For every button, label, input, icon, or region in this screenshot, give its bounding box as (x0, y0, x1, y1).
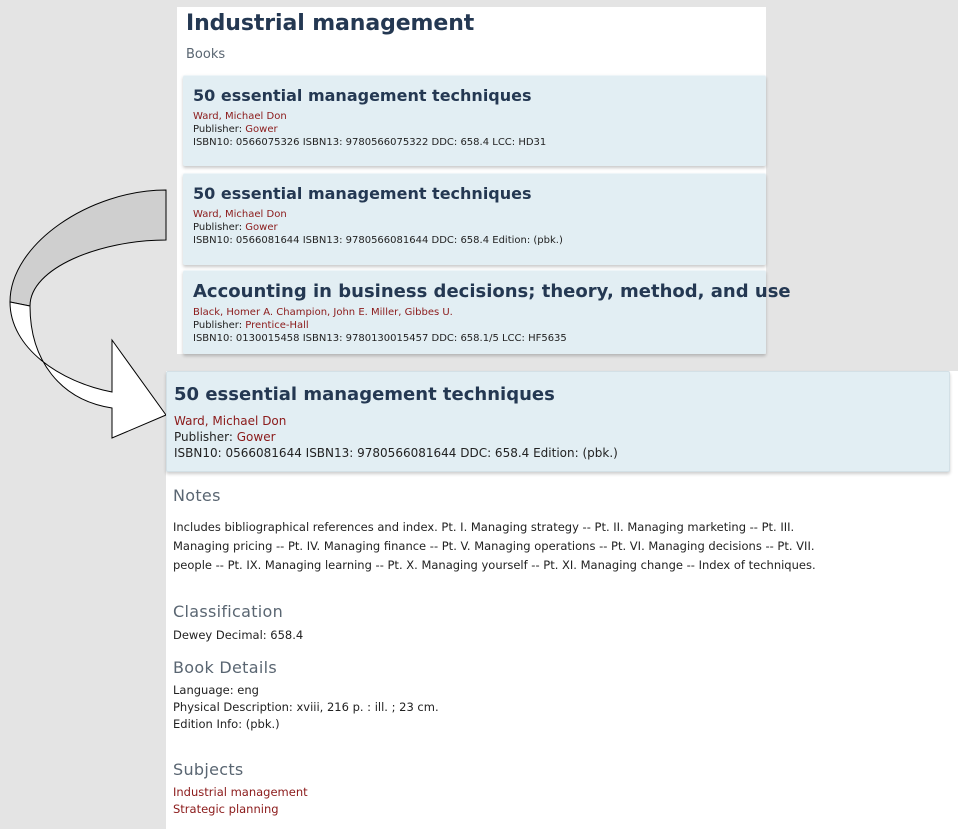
book-title[interactable]: 50 essential management techniques (193, 86, 766, 106)
book-card[interactable]: 50 essential management techniques Ward,… (183, 75, 766, 166)
arrow-band-front (9, 301, 167, 439)
notes-line: Includes bibliographical references and … (173, 520, 795, 534)
physical-description: Physical Description: xviii, 216 p. : il… (173, 700, 439, 714)
book-details-heading: Book Details (173, 658, 277, 677)
author-link[interactable]: Ward, Michael Don (193, 111, 287, 122)
classification-section: Classification Dewey Decimal: 658.4 (173, 602, 303, 645)
search-results-panel: Industrial management Books 50 essential… (177, 7, 791, 354)
book-identifiers: ISBN10: 0566075326 ISBN13: 9780566075322… (193, 137, 547, 148)
book-title[interactable]: 50 essential management techniques (193, 184, 766, 204)
publisher-label: Publisher: (174, 430, 233, 444)
author-link[interactable]: Champion, John E. (276, 307, 368, 318)
publisher-link[interactable]: Gower (245, 124, 277, 135)
dewey-decimal: Dewey Decimal: 658.4 (173, 628, 304, 642)
publisher-label: Publisher: (193, 222, 243, 233)
publisher-link[interactable]: Gower (245, 222, 277, 233)
book-detail-panel: 50 essential management techniques Ward,… (166, 371, 958, 829)
notes-line: people -- Pt. IX. Managing learning -- P… (173, 558, 816, 572)
book-identifiers: ISBN10: 0566081644 ISBN13: 9780566081644… (193, 235, 563, 246)
subject-link[interactable]: Strategic planning (173, 801, 308, 818)
book-card[interactable]: 50 essential management techniques Ward,… (183, 173, 766, 265)
subject-link[interactable]: Industrial management (173, 784, 308, 801)
subjects-section: Subjects Industrial management Strategic… (173, 760, 308, 818)
author-link[interactable]: Ward, Michael Don (193, 209, 287, 220)
book-title[interactable]: Accounting in business decisions; theory… (193, 281, 791, 303)
book-card[interactable]: Accounting in business decisions; theory… (183, 270, 791, 354)
category-title: Industrial management (186, 11, 475, 36)
publisher-link[interactable]: Gower (237, 430, 276, 444)
language: Language: eng (173, 683, 259, 697)
book-details-section: Book Details Language: eng Physical Desc… (173, 658, 439, 733)
book-identifiers: ISBN10: 0566081644 ISBN13: 9780566081644… (174, 446, 618, 460)
classification-heading: Classification (173, 602, 284, 621)
subjects-heading: Subjects (173, 760, 244, 779)
publisher-label: Publisher: (193, 124, 243, 135)
book-detail-card: 50 essential management techniques Ward,… (166, 371, 950, 472)
edition-info: Edition Info: (pbk.) (173, 717, 280, 731)
category-subtitle: Books (186, 47, 226, 62)
publisher-link[interactable]: Prentice-Hall (245, 320, 308, 331)
author-link[interactable]: Black, Homer A. (193, 307, 273, 318)
publisher-label: Publisher: (193, 320, 243, 331)
notes-heading: Notes (173, 486, 221, 505)
notes-line: Managing pricing -- Pt. IV. Managing fin… (173, 539, 815, 553)
notes-section: Notes Includes bibliographical reference… (173, 486, 816, 575)
arrow-band-back (9, 189, 167, 307)
book-title: 50 essential management techniques (174, 384, 555, 405)
author-link[interactable]: Miller, Gibbes U. (371, 307, 453, 318)
book-identifiers: ISBN10: 0130015458 ISBN13: 9780130015457… (193, 333, 567, 344)
author-link[interactable]: Ward, Michael Don (174, 414, 286, 428)
